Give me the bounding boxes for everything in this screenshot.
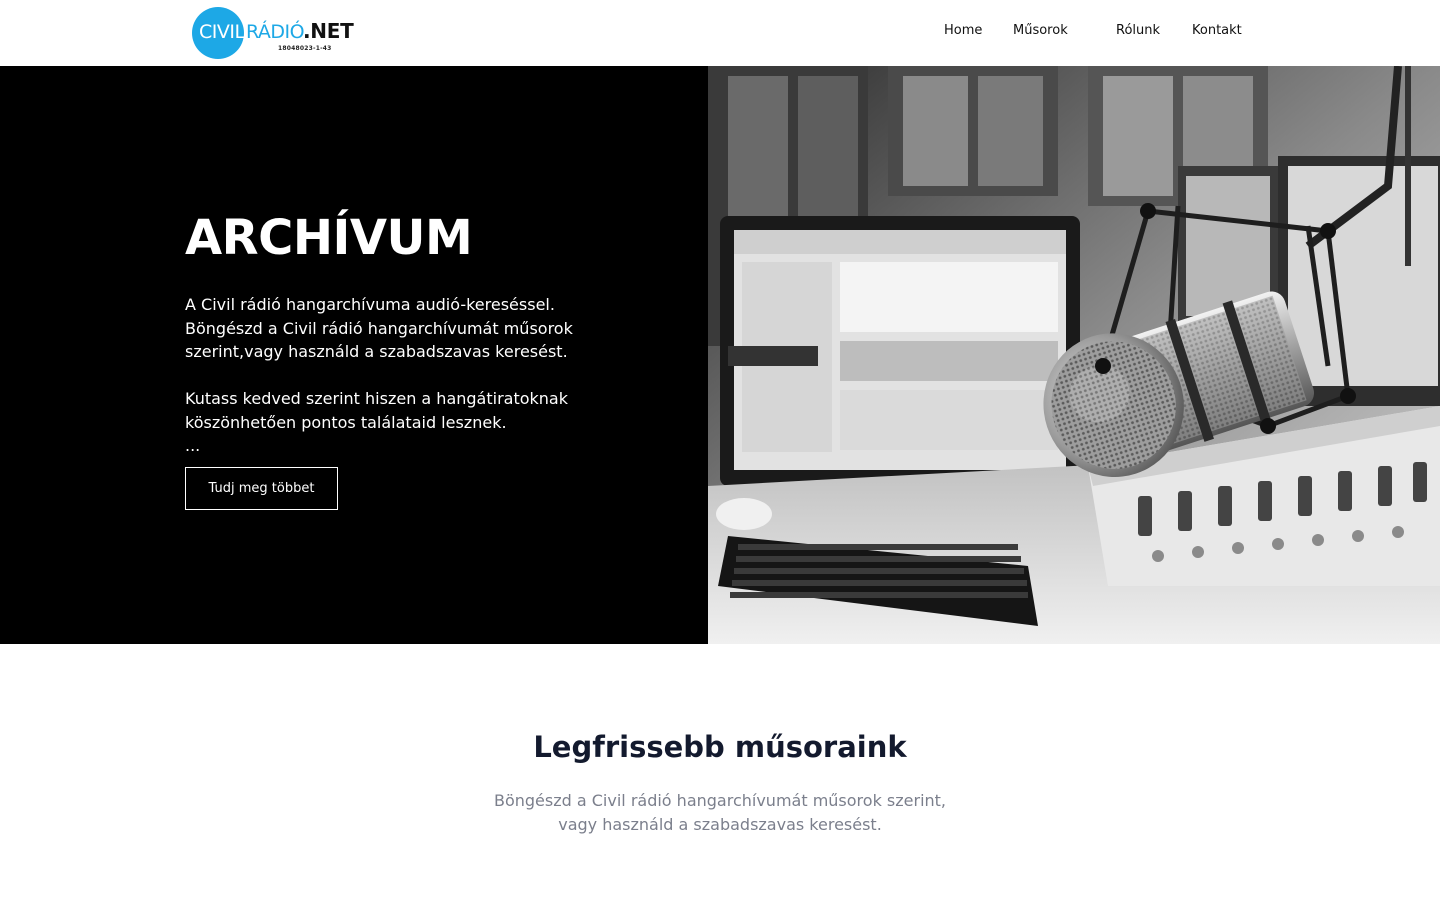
hero-ellipsis: ... (185, 436, 201, 455)
hero-image (708, 66, 1440, 644)
site-header: CIVIL RÁDIÓ .NET 18048023-1-43 Home Műso… (0, 0, 1440, 66)
hero-line: Böngészd a Civil rádió hangarchívumát mű… (185, 318, 573, 338)
hero-title: ARCHÍVUM (185, 210, 473, 266)
hero-line: szerint,vagy használd a szabadszavas ker… (185, 342, 568, 361)
latest-shows-title: Legfrissebb műsoraink (533, 730, 907, 764)
nav-item-rolunk[interactable]: Rólunk (1116, 23, 1160, 38)
hero-line: A Civil rádió hangarchívuma audió-keresé… (185, 295, 555, 314)
latest-subtitle-line: vagy használd a szabadszavas keresést. (558, 814, 882, 834)
hero-section: ARCHÍVUM A Civil rádió hangarchívuma aud… (0, 66, 1440, 644)
hero-description: A Civil rádió hangarchívuma audió-keresé… (185, 293, 625, 458)
hero-line: Kutass kedved szerint hiszen a hangátira… (185, 389, 568, 408)
latest-subtitle-line: Böngészd a Civil rádió hangarchívumát mű… (493, 791, 947, 810)
learn-more-button[interactable]: Tudj meg többet (185, 467, 338, 510)
main-nav: Home Műsorok Rólunk Kontakt (0, 23, 1440, 43)
hero-line: köszönhetően pontos találataid lesznek. (185, 412, 507, 432)
nav-item-home[interactable]: Home (944, 23, 982, 38)
nav-item-kontakt[interactable]: Kontakt (1192, 23, 1242, 38)
logo-registration-number: 18048023-1-43 (278, 45, 332, 52)
nav-item-musorok[interactable]: Műsorok (1013, 23, 1068, 38)
latest-shows-subtitle: Böngészd a Civil rádió hangarchívumát mű… (0, 789, 1440, 836)
radio-studio-microphone-photo (708, 66, 1440, 644)
hero-text-panel: ARCHÍVUM A Civil rádió hangarchívuma aud… (0, 66, 708, 644)
